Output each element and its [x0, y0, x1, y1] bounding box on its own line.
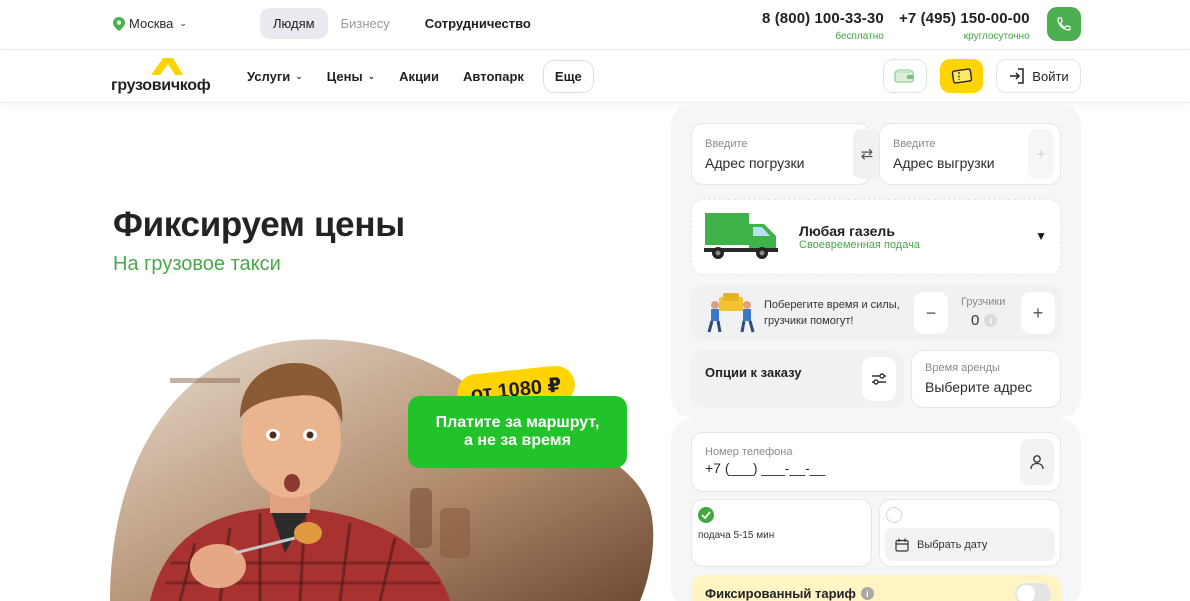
coupon-button[interactable] [940, 59, 983, 93]
order-options-button[interactable] [862, 357, 896, 401]
phone-number: +7 (495) 150-00-00 [899, 10, 1030, 27]
dropdown-triangle-icon: ▼ [1035, 229, 1047, 243]
to-address-placeholder: Адрес выгрузки [893, 155, 995, 171]
chevron-down-icon: ⌄ [179, 18, 187, 28]
phone-field[interactable]: Номер телефона +7 (___) ___-__-__ [691, 432, 1061, 492]
fixed-tariff-row: Фиксированный тариф i [691, 575, 1061, 601]
swap-addresses-button[interactable]: ⇄ [853, 129, 881, 179]
delivery-asap-label: подача 5-15 мин [698, 530, 775, 541]
rental-time-value: Выберите адрес [925, 379, 1033, 395]
rental-time-label: Время аренды [925, 362, 1000, 374]
tab-partnership[interactable]: Сотрудничество [412, 8, 544, 39]
top-bar: Москва ⌄ Людям Бизнесу Сотрудничество 8 … [0, 0, 1190, 50]
from-address-placeholder: Адрес погрузки [705, 155, 805, 171]
ticket-icon [951, 68, 972, 84]
user-icon [1030, 455, 1044, 470]
promo-banner: Платите за маршрут, а не за время [408, 396, 627, 468]
rental-time-field[interactable]: Время аренды Выберите адрес [911, 350, 1061, 408]
swap-arrows-icon: ⇄ [860, 146, 874, 163]
audience-tabs: Людям Бизнесу Сотрудничество [260, 8, 544, 39]
location-pin-icon [113, 16, 125, 31]
wallet-icon [894, 69, 914, 83]
city-selector[interactable]: Москва ⌄ [113, 16, 187, 31]
phone-icon [1057, 17, 1071, 31]
nav-menu: Услуги ⌄ Цены ⌄ Акции Автопарк Еще [247, 60, 594, 93]
movers-decrement-button[interactable]: − [914, 292, 948, 334]
movers-increment-button[interactable]: + [1021, 292, 1055, 334]
vehicle-note: Своевременная подача [799, 239, 920, 251]
info-icon[interactable]: i [860, 587, 874, 600]
login-button[interactable]: Войти [996, 59, 1081, 93]
chevron-down-icon: ⌄ [295, 71, 303, 81]
nav-item-label: Услуги [247, 69, 291, 84]
from-address-field[interactable]: Введите Адрес погрузки [691, 123, 871, 185]
movers-icon [707, 293, 755, 333]
movers-count-display: 0 i [971, 312, 998, 329]
nav-item-label: Автопарк [463, 69, 524, 84]
hero-title: Фиксируем цены [113, 205, 405, 244]
contact-form: Номер телефона +7 (___) ___-__-__ подача… [671, 418, 1081, 601]
logo[interactable]: грузовичкоф [111, 55, 223, 97]
tab-business[interactable]: Бизнесу [328, 8, 403, 39]
phone-field-label: Номер телефона [705, 446, 793, 458]
phone-field-value: +7 (___) ___-__-__ [705, 460, 826, 476]
phone-number: 8 (800) 100-33-30 [762, 10, 884, 27]
radio-button[interactable] [886, 507, 902, 523]
nav-item-label: Цены [326, 69, 363, 84]
vehicle-name: Любая газель [799, 223, 895, 239]
info-icon[interactable]: i [984, 314, 998, 327]
promo-line-2: а не за время [464, 432, 571, 449]
movers-hint: Поберегите время и силы, грузчики помогу… [764, 299, 900, 327]
more-button[interactable]: Еще [542, 60, 594, 93]
logo-text: грузовичкоф [111, 77, 211, 94]
plus-icon: + [1032, 302, 1044, 323]
nav-item-services[interactable]: Услуги ⌄ [247, 61, 303, 93]
to-address-label: Введите [893, 138, 936, 150]
delivery-date-option[interactable]: Выбрать дату [879, 499, 1061, 567]
tab-people[interactable]: Людям [260, 8, 328, 39]
plus-icon: + [1036, 145, 1046, 163]
logo-mark-icon [151, 58, 183, 75]
contacts-button[interactable] [1020, 439, 1054, 485]
fixed-tariff-toggle[interactable] [1015, 583, 1051, 601]
movers-label: Грузчики [961, 296, 1006, 308]
movers-count: 0 [971, 312, 980, 329]
main-nav: грузовичкоф Услуги ⌄ Цены ⌄ Акции Автопа… [0, 51, 1190, 103]
sliders-icon [872, 373, 886, 385]
check-icon [698, 507, 714, 523]
fixed-tariff-label: Фиксированный тариф [705, 586, 856, 601]
order-options[interactable]: Опции к заказу [691, 350, 904, 408]
chevron-down-icon: ⌄ [367, 71, 376, 81]
truck-icon [704, 213, 778, 259]
login-icon [1010, 68, 1025, 84]
promo-line-1: Платите за маршрут, [435, 414, 600, 431]
add-stop-button[interactable]: + [1028, 129, 1054, 179]
movers-row: Поберегите время и силы, грузчики помогу… [691, 285, 1061, 341]
minus-icon: − [925, 302, 937, 323]
hero-subtitle: На грузовое такси [113, 253, 281, 275]
phone-note: круглосуточно [963, 31, 1030, 42]
nav-item-prices[interactable]: Цены ⌄ [327, 61, 375, 93]
calendar-icon [895, 538, 909, 552]
city-name: Москва [129, 16, 174, 31]
nav-item-fleet[interactable]: Автопарк [463, 61, 524, 93]
phone-24h[interactable]: +7 (495) 150-00-00 круглосуточно [899, 10, 1030, 42]
wallet-button[interactable] [883, 59, 927, 93]
login-label: Войти [1032, 68, 1069, 84]
order-form: Введите Адрес погрузки ⇄ Введите Адрес в… [671, 104, 1081, 418]
nav-item-promotions[interactable]: Акции [399, 61, 439, 93]
order-options-label: Опции к заказу [705, 365, 802, 380]
from-address-label: Введите [705, 138, 748, 150]
delivery-asap-option[interactable]: подача 5-15 мин [691, 499, 872, 567]
phone-note: бесплатно [835, 31, 884, 42]
pick-date-button[interactable]: Выбрать дату [885, 528, 1055, 561]
nav-item-label: Акции [399, 69, 440, 84]
pick-date-label: Выбрать дату [917, 538, 988, 551]
vehicle-select[interactable]: Любая газель Своевременная подача ▼ [691, 199, 1061, 275]
call-button[interactable] [1047, 7, 1081, 41]
phone-free[interactable]: 8 (800) 100-33-30 бесплатно [762, 10, 884, 42]
fixed-tariff-label-wrap: Фиксированный тариф i [705, 586, 874, 601]
